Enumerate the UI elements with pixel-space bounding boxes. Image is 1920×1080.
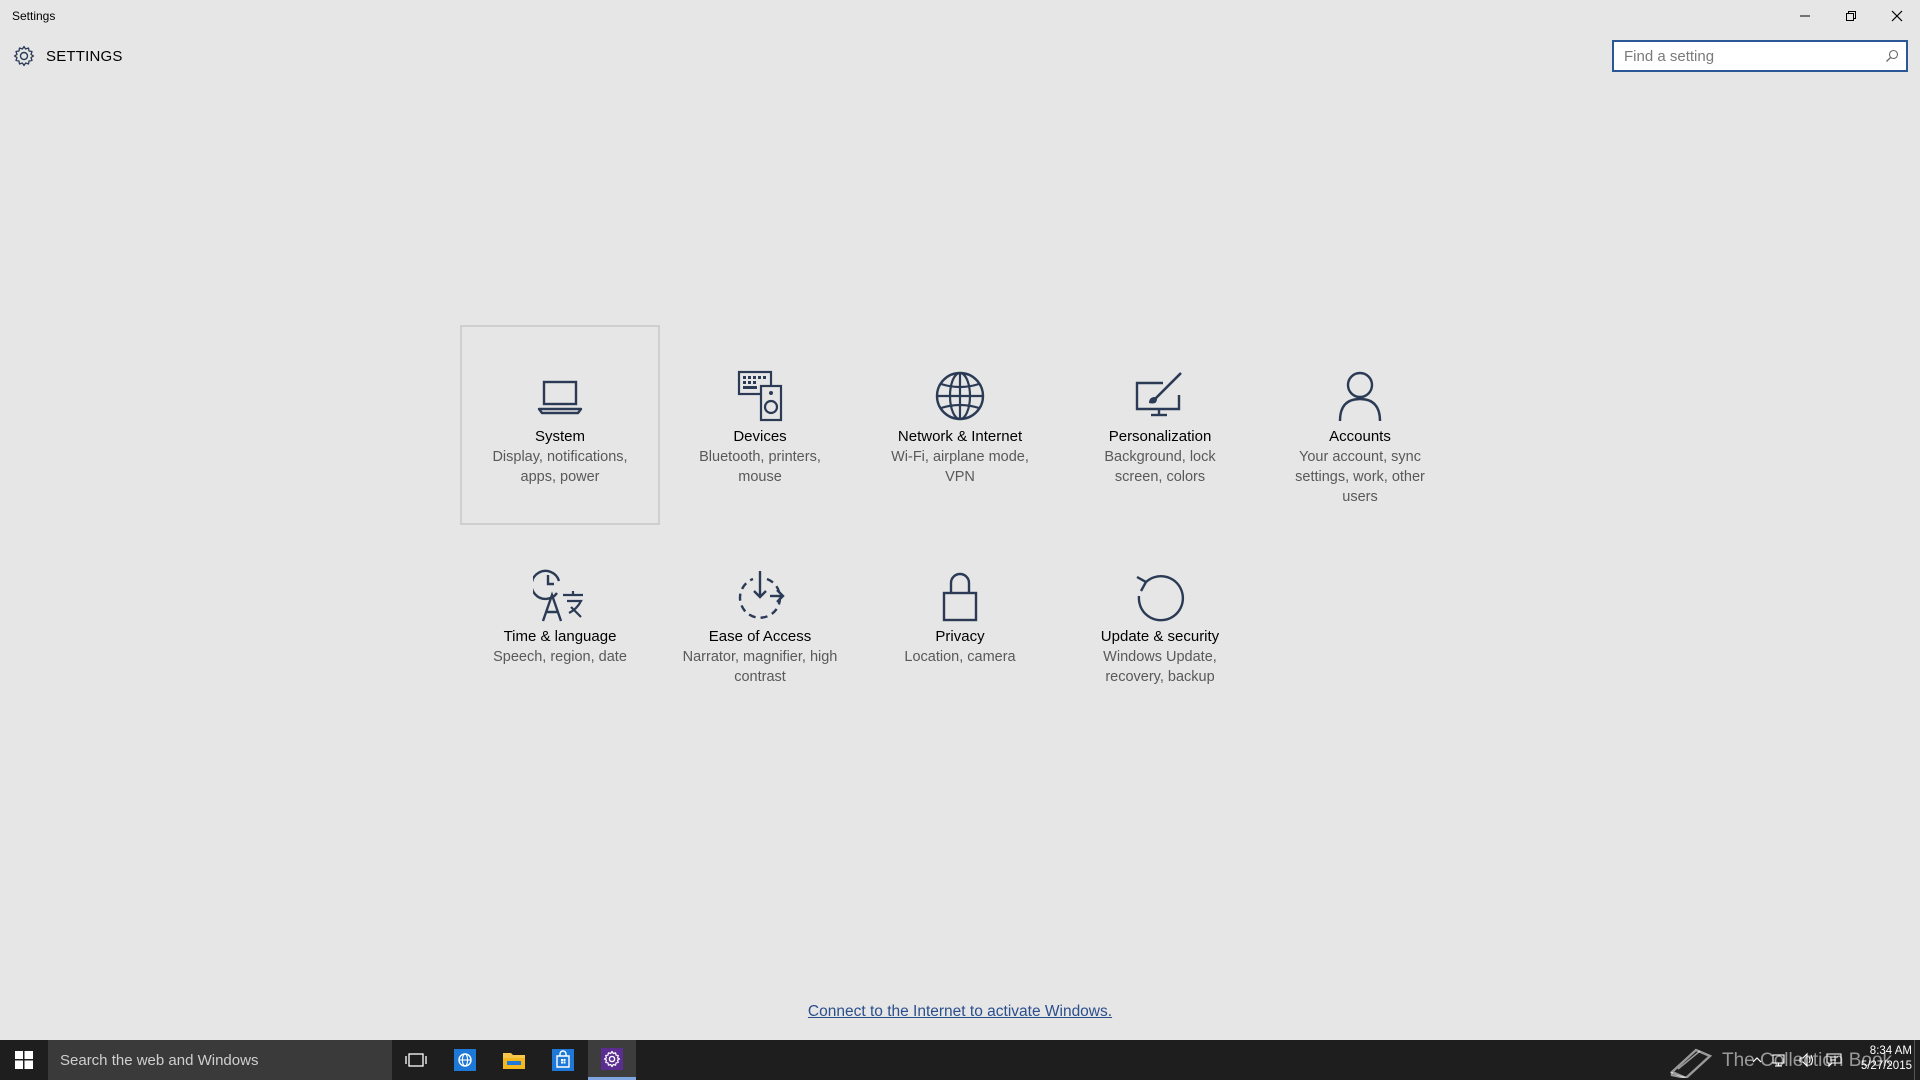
tile-privacy[interactable]: Privacy Location, camera bbox=[860, 525, 1060, 725]
clock-time: 8:34 AM bbox=[1869, 1045, 1912, 1057]
chevron-up-icon[interactable] bbox=[1752, 1055, 1762, 1065]
volume-icon[interactable] bbox=[1798, 1052, 1816, 1068]
tile-network-internet[interactable]: Network & Internet Wi-Fi, airplane mode,… bbox=[860, 325, 1060, 525]
tile-title: Update & security bbox=[1100, 628, 1220, 645]
devices-icon bbox=[662, 369, 858, 423]
tile-description: Display, notifications, apps, power bbox=[492, 449, 628, 485]
search-input[interactable] bbox=[1614, 47, 1878, 65]
system-tray bbox=[1752, 1040, 1842, 1080]
globe-icon bbox=[862, 369, 1058, 423]
book-icon bbox=[1669, 1048, 1713, 1078]
notifications-icon[interactable] bbox=[1826, 1052, 1842, 1068]
clock-language-icon bbox=[462, 569, 658, 623]
tile-title: Personalization bbox=[1108, 428, 1212, 445]
ease-of-access-icon bbox=[662, 569, 858, 623]
folder-icon bbox=[503, 1053, 525, 1069]
tile-description: Location, camera bbox=[904, 649, 1016, 665]
tile-description: Bluetooth, printers, mouse bbox=[699, 449, 821, 485]
start-button[interactable] bbox=[0, 1040, 48, 1080]
window-controls bbox=[1782, 0, 1920, 32]
person-icon bbox=[1262, 369, 1458, 423]
gear-icon bbox=[13, 45, 35, 67]
tile-description: Wi-Fi, airplane mode, VPN bbox=[891, 449, 1029, 485]
laptop-icon bbox=[462, 369, 658, 423]
paintbrush-monitor-icon bbox=[1062, 369, 1258, 423]
tile-title: Ease of Access bbox=[708, 628, 812, 645]
lock-icon bbox=[862, 569, 1058, 623]
task-view-icon bbox=[405, 1053, 427, 1067]
windows-logo-icon bbox=[15, 1051, 33, 1069]
tile-system[interactable]: System Display, notifications, apps, pow… bbox=[460, 325, 660, 525]
tile-title: Time & language bbox=[503, 628, 617, 645]
restore-icon bbox=[1846, 11, 1856, 21]
tile-description: Narrator, magnifier, high contrast bbox=[682, 649, 838, 685]
tile-description: Windows Update, recovery, backup bbox=[1103, 649, 1217, 685]
settings-app-icon bbox=[601, 1047, 623, 1070]
page-title: SETTINGS bbox=[46, 47, 123, 65]
window-title: Settings bbox=[12, 9, 56, 23]
tile-description: Speech, region, date bbox=[493, 649, 627, 665]
tile-devices[interactable]: Devices Bluetooth, printers, mouse bbox=[660, 325, 860, 525]
tile-update-security[interactable]: Update & security Windows Update, recove… bbox=[1060, 525, 1260, 725]
task-view-button[interactable] bbox=[392, 1040, 440, 1080]
close-button[interactable] bbox=[1874, 0, 1920, 32]
clock-date: 5/27/2015 bbox=[1860, 1060, 1912, 1072]
taskbar-settings[interactable] bbox=[588, 1040, 636, 1080]
taskbar-clock[interactable]: 8:34 AM 5/27/2015 bbox=[1850, 1044, 1912, 1074]
taskbar-browser[interactable] bbox=[441, 1040, 489, 1080]
close-icon bbox=[1891, 10, 1903, 22]
tile-description: Your account, sync settings, work, other… bbox=[1295, 449, 1425, 505]
tile-title: Devices bbox=[733, 428, 787, 445]
settings-categories-grid: System Display, notifications, apps, pow… bbox=[460, 325, 1460, 725]
tile-title: Privacy bbox=[935, 628, 985, 645]
tile-accounts[interactable]: Accounts Your account, sync settings, wo… bbox=[1260, 325, 1460, 525]
tile-title: Network & Internet bbox=[897, 428, 1023, 445]
tile-title: System bbox=[534, 428, 585, 445]
network-icon[interactable] bbox=[1772, 1052, 1788, 1068]
taskbar-search-box[interactable]: Search the web and Windows bbox=[48, 1040, 392, 1080]
taskbar: Search the web and Windows The Collectio… bbox=[0, 1040, 1920, 1080]
minimize-icon bbox=[1800, 15, 1810, 17]
app-header: SETTINGS bbox=[12, 44, 123, 68]
restore-button[interactable] bbox=[1828, 0, 1874, 32]
title-bar: Settings bbox=[0, 0, 1920, 32]
taskbar-file-explorer[interactable] bbox=[490, 1040, 538, 1080]
tile-title: Accounts bbox=[1329, 428, 1391, 445]
tile-time-language[interactable]: Time & language Speech, region, date bbox=[460, 525, 660, 725]
tile-description: Background, lock screen, colors bbox=[1104, 449, 1216, 485]
search-icon[interactable] bbox=[1878, 42, 1906, 70]
minimize-button[interactable] bbox=[1782, 0, 1828, 32]
store-icon bbox=[552, 1049, 574, 1071]
taskbar-store[interactable] bbox=[539, 1040, 587, 1080]
activate-windows-link[interactable]: Connect to the Internet to activate Wind… bbox=[0, 1003, 1920, 1021]
refresh-icon bbox=[1062, 569, 1258, 623]
show-desktop-button[interactable] bbox=[1914, 1040, 1920, 1080]
tile-ease-of-access[interactable]: Ease of Access Narrator, magnifier, high… bbox=[660, 525, 860, 725]
browser-icon bbox=[454, 1049, 476, 1071]
search-box bbox=[1612, 40, 1908, 72]
tile-personalization[interactable]: Personalization Background, lock screen,… bbox=[1060, 325, 1260, 525]
